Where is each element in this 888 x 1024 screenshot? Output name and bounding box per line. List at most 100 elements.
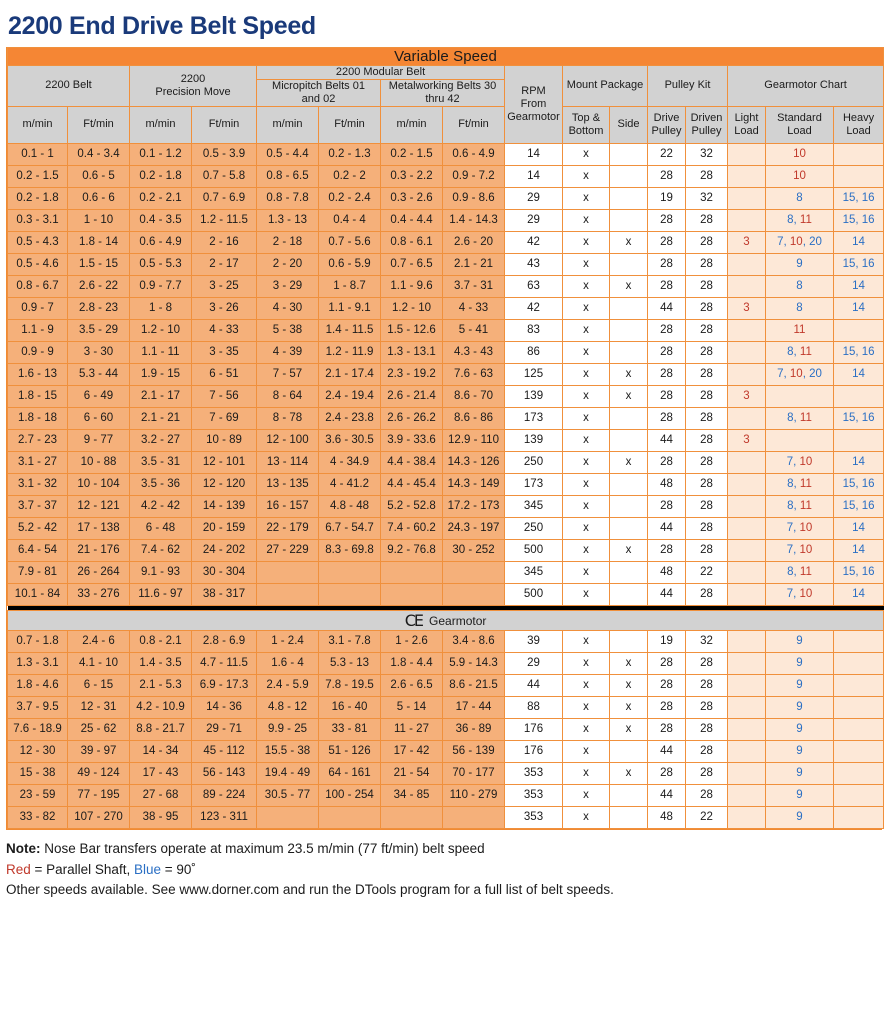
ce-mark-icon: CE: [404, 610, 424, 630]
cell-precision-mmin: 14 - 34: [129, 739, 192, 763]
cell-metalworking-mmin: 0.4 - 4.4: [380, 208, 443, 232]
gearmotor-code: 14: [852, 544, 865, 557]
cell-belt-ftmin: 39 - 97: [67, 739, 130, 763]
cell-micropitch-ftmin: 3.1 - 7.8: [318, 629, 381, 653]
cell-heavy-load: [832, 428, 885, 452]
cell-rpm: 63: [504, 274, 563, 298]
header-micropitch-line1: Micropitch Belts 01: [272, 79, 365, 92]
cell-rpm: 345: [504, 560, 563, 584]
note-line-3: Other speeds available. See www.dorner.c…: [6, 882, 614, 898]
cell-heavy-load: [832, 761, 885, 785]
table-row: 0.8 - 6.7 2.6 - 22 0.9 - 7.7 3 - 25 3 - 29 1 …: [7, 274, 885, 298]
gearmotor-code: 10: [799, 456, 813, 469]
cell-precision-ftmin: 6.9 - 17.3: [191, 673, 257, 697]
cell-metalworking-mmin: 2.6 - 26.2: [380, 406, 443, 430]
cell-metalworking-mmin: 1.3 - 13.1: [380, 340, 443, 364]
cell-micropitch-ftmin: 51 - 126: [318, 739, 381, 763]
cell-mount-side: x: [609, 695, 648, 719]
cell-rpm: 139: [504, 428, 563, 452]
legend-red: Red: [6, 861, 31, 877]
cell-belt-ftmin: 9 - 77: [67, 428, 130, 452]
header-row-units: m/min Ft/min m/min Ft/min m/min Ft/min m…: [7, 105, 885, 144]
gearmotor-code: 20: [809, 368, 822, 381]
cell-light-load: [727, 142, 766, 166]
cell-driven-pulley: 28: [685, 761, 728, 785]
cell-belt-mmin: 3.1 - 32: [7, 472, 68, 496]
footer-notes: Note: Nose Bar transfers operate at maxi…: [6, 839, 882, 902]
gearmotor-code: 15, 16: [842, 412, 875, 425]
cell-driven-pulley: 28: [685, 651, 728, 675]
cell-light-load: [727, 450, 766, 474]
cell-belt-mmin: 33 - 82: [7, 805, 68, 829]
cell-rpm: 139: [504, 384, 563, 408]
cell-micropitch-ftmin: 5.3 - 13: [318, 651, 381, 675]
cell-standard-load: 8, 11: [765, 406, 834, 430]
header-metalworking-line2: thru 42: [425, 92, 460, 105]
cell-heavy-load: 15, 16: [832, 494, 885, 518]
cell-heavy-load: [832, 783, 885, 807]
cell-light-load: [727, 208, 766, 232]
page-title: 2200 End Drive Belt Speed: [8, 12, 316, 40]
header-modular-belt: 2200 Modular Belt: [256, 64, 505, 80]
cell-light-load: [727, 761, 766, 785]
cell-precision-ftmin: 0.5 - 3.9: [191, 142, 257, 166]
cell-heavy-load: 14: [832, 362, 885, 386]
cell-belt-mmin: 1.1 - 9: [7, 318, 68, 342]
cell-precision-mmin: 0.5 - 5.3: [129, 252, 192, 276]
cell-precision-mmin: 0.2 - 2.1: [129, 186, 192, 210]
cell-mount-side: x: [609, 673, 648, 697]
gearmotor-code: 14: [852, 368, 865, 381]
cell-micropitch-mmin: 1 - 2.4: [256, 629, 319, 653]
cell-belt-ftmin: 0.6 - 5: [67, 164, 130, 188]
cell-micropitch-ftmin: [318, 560, 381, 584]
header-driven-line1: Driven: [690, 111, 723, 124]
variable-speed-label: Variable Speed: [6, 46, 885, 66]
cell-metalworking-ftmin: 7.6 - 63: [442, 362, 505, 386]
cell-heavy-load: [832, 805, 885, 829]
cell-precision-mmin: 3.5 - 31: [129, 450, 192, 474]
cell-metalworking-ftmin: 4 - 33: [442, 296, 505, 320]
cell-heavy-load: [832, 739, 885, 763]
note-label: Note:: [6, 840, 41, 856]
cell-belt-ftmin: 25 - 62: [67, 717, 130, 741]
cell-rpm: 500: [504, 538, 563, 562]
cell-micropitch-mmin: 13 - 135: [256, 472, 319, 496]
cell-rpm: 86: [504, 340, 563, 364]
cell-driven-pulley: 28: [685, 538, 728, 562]
cell-belt-ftmin: 49 - 124: [67, 761, 130, 785]
cell-precision-ftmin: 89 - 224: [191, 783, 257, 807]
cell-drive-pulley: 28: [647, 362, 686, 386]
cell-light-load: [727, 739, 766, 763]
header-rpm-line3: Gearmotor: [507, 110, 560, 123]
table-row: 7.9 - 81 26 - 264 9.1 - 93 30 - 304 345 x 48 22…: [7, 560, 885, 584]
cell-metalworking-ftmin: 3.4 - 8.6: [442, 629, 505, 653]
cell-rpm: 88: [504, 695, 563, 719]
cell-standard-load: 7, 10, 20: [765, 230, 834, 254]
cell-micropitch-ftmin: 3.6 - 30.5: [318, 428, 381, 452]
cell-driven-pulley: 22: [685, 560, 728, 584]
cell-standard-load: 9: [765, 717, 834, 741]
cell-belt-ftmin: 33 - 276: [67, 582, 130, 606]
cell-belt-mmin: 0.9 - 7: [7, 296, 68, 320]
cell-micropitch-mmin: 4 - 39: [256, 340, 319, 364]
cell-heavy-load: 15, 16: [832, 560, 885, 584]
cell-mount-side: x: [609, 651, 648, 675]
cell-metalworking-mmin: [380, 560, 443, 584]
header-row-groups: 2200 Belt 2200 Precision Move 2200 Modul…: [7, 64, 885, 144]
cell-driven-pulley: 32: [685, 629, 728, 653]
cell-belt-mmin: 0.2 - 1.5: [7, 164, 68, 188]
cell-precision-ftmin: 0.7 - 5.8: [191, 164, 257, 188]
cell-belt-ftmin: 77 - 195: [67, 783, 130, 807]
cell-light-load: [727, 651, 766, 675]
cell-mount-side: x: [609, 274, 648, 298]
cell-belt-ftmin: 12 - 31: [67, 695, 130, 719]
cell-metalworking-mmin: 1.8 - 4.4: [380, 651, 443, 675]
cell-mount-top-bottom: x: [562, 164, 610, 188]
cell-precision-mmin: 27 - 68: [129, 783, 192, 807]
cell-rpm: 176: [504, 717, 563, 741]
cell-light-load: [727, 274, 766, 298]
cell-drive-pulley: 19: [647, 186, 686, 210]
gearmotor-code: 11: [799, 214, 812, 227]
cell-rpm: 125: [504, 362, 563, 386]
header-unit-metalworking-mmin: m/min: [380, 105, 443, 144]
